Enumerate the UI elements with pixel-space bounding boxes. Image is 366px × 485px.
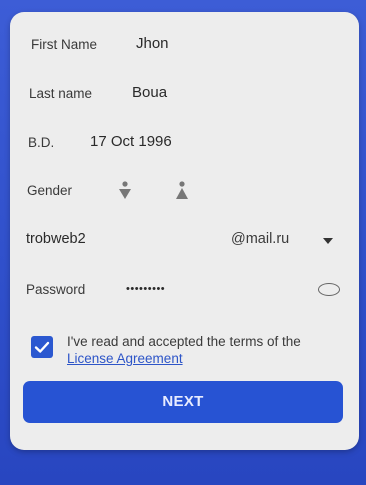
gender-label: Gender (27, 183, 73, 198)
gender-row: Gender (0, 176, 366, 206)
first-name-field[interactable]: Jhon (136, 35, 169, 52)
email-domain-select[interactable]: @mail.ru (231, 231, 289, 247)
last-name-field[interactable]: Boua (132, 84, 167, 101)
last-name-row[interactable]: Last name Boua (0, 79, 366, 109)
email-username-field[interactable]: trobweb2 (26, 231, 86, 247)
password-field[interactable]: ••••••••• (126, 283, 165, 295)
terms-checkbox[interactable] (31, 336, 53, 358)
birth-date-field[interactable]: 17 Oct 1996 (90, 133, 172, 150)
female-icon[interactable] (175, 180, 189, 202)
birth-date-label: B.D. (28, 135, 55, 150)
male-icon[interactable] (118, 180, 132, 202)
checkmark-icon (34, 341, 50, 353)
terms-statement: I've read and accepted the terms of the (67, 334, 301, 349)
chevron-down-icon[interactable] (323, 238, 333, 244)
email-row[interactable]: trobweb2 @mail.ru (0, 226, 366, 256)
last-name-label: Last name (29, 86, 93, 101)
eye-icon[interactable] (318, 283, 340, 296)
password-label: Password (26, 282, 86, 297)
first-name-row[interactable]: First Name Jhon (0, 30, 366, 60)
birth-date-row[interactable]: B.D. 17 Oct 1996 (0, 128, 366, 158)
first-name-label: First Name (31, 37, 98, 52)
next-button[interactable]: NEXT (23, 381, 343, 423)
password-row[interactable]: Password ••••••••• (0, 275, 366, 305)
license-agreement-link[interactable]: License Agreement (67, 351, 183, 366)
terms-text: I've read and accepted the terms of the … (67, 333, 337, 367)
